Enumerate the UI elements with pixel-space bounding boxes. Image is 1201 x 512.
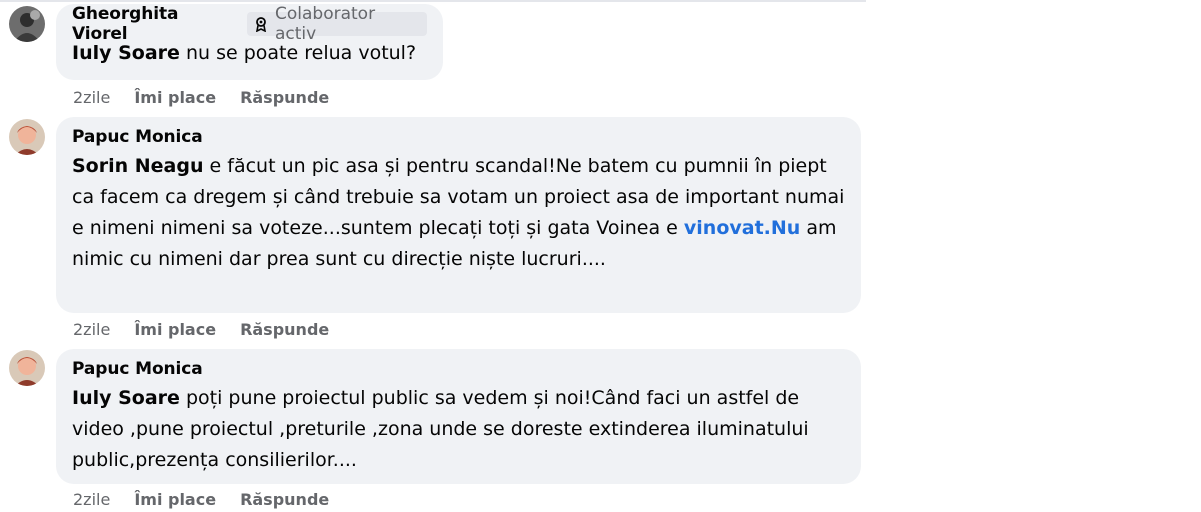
comment-text: Iuly Soare poți pune proiectul public sa… <box>72 383 845 476</box>
contributor-badge-icon <box>253 16 269 33</box>
status-badge: Colaborator activ <box>247 4 427 44</box>
comment-actions: 2zile Îmi place Răspunde <box>73 88 353 107</box>
comment-actions: 2zile Îmi place Răspunde <box>73 320 353 339</box>
like-button[interactable]: Îmi place <box>134 490 216 509</box>
avatar[interactable] <box>9 350 45 386</box>
comment-body: nu se poate relua votul? <box>179 42 417 64</box>
timestamp[interactable]: 2zile <box>73 490 110 509</box>
mention[interactable]: Sorin Neagu <box>72 155 204 177</box>
divider <box>0 0 866 2</box>
reply-button[interactable]: Răspunde <box>240 320 329 339</box>
avatar[interactable] <box>9 6 45 42</box>
avatar[interactable] <box>9 119 45 155</box>
comment-author[interactable]: Papuc Monica <box>72 127 203 147</box>
reply-button[interactable]: Răspunde <box>240 490 329 509</box>
timestamp[interactable]: 2zile <box>73 88 110 107</box>
like-button[interactable]: Îmi place <box>134 320 216 339</box>
mention[interactable]: Iuly Soare <box>72 42 180 64</box>
comment-bubble: Papuc Monica Iuly Soare poți pune proiec… <box>56 349 861 484</box>
reply-button[interactable]: Răspunde <box>240 88 329 107</box>
comment-bubble: Papuc Monica Sorin Neagu e făcut un pic … <box>56 117 861 313</box>
mention[interactable]: Iuly Soare <box>72 387 180 409</box>
comment-text: Sorin Neagu e făcut un pic asa și pentru… <box>72 151 845 275</box>
comment-actions: 2zile Îmi place Răspunde <box>73 490 353 509</box>
comment-author[interactable]: Papuc Monica <box>72 359 203 379</box>
like-button[interactable]: Îmi place <box>134 88 216 107</box>
comment-body: poți pune proiectul public sa vedem și n… <box>72 387 809 471</box>
timestamp[interactable]: 2zile <box>73 320 110 339</box>
comment-link[interactable]: vinovat.Nu <box>684 217 800 239</box>
comment-bubble: Gheorghita Viorel Colaborator activ Iuly… <box>56 4 443 80</box>
comment-text: Iuly Soare nu se poate relua votul? <box>72 38 427 69</box>
